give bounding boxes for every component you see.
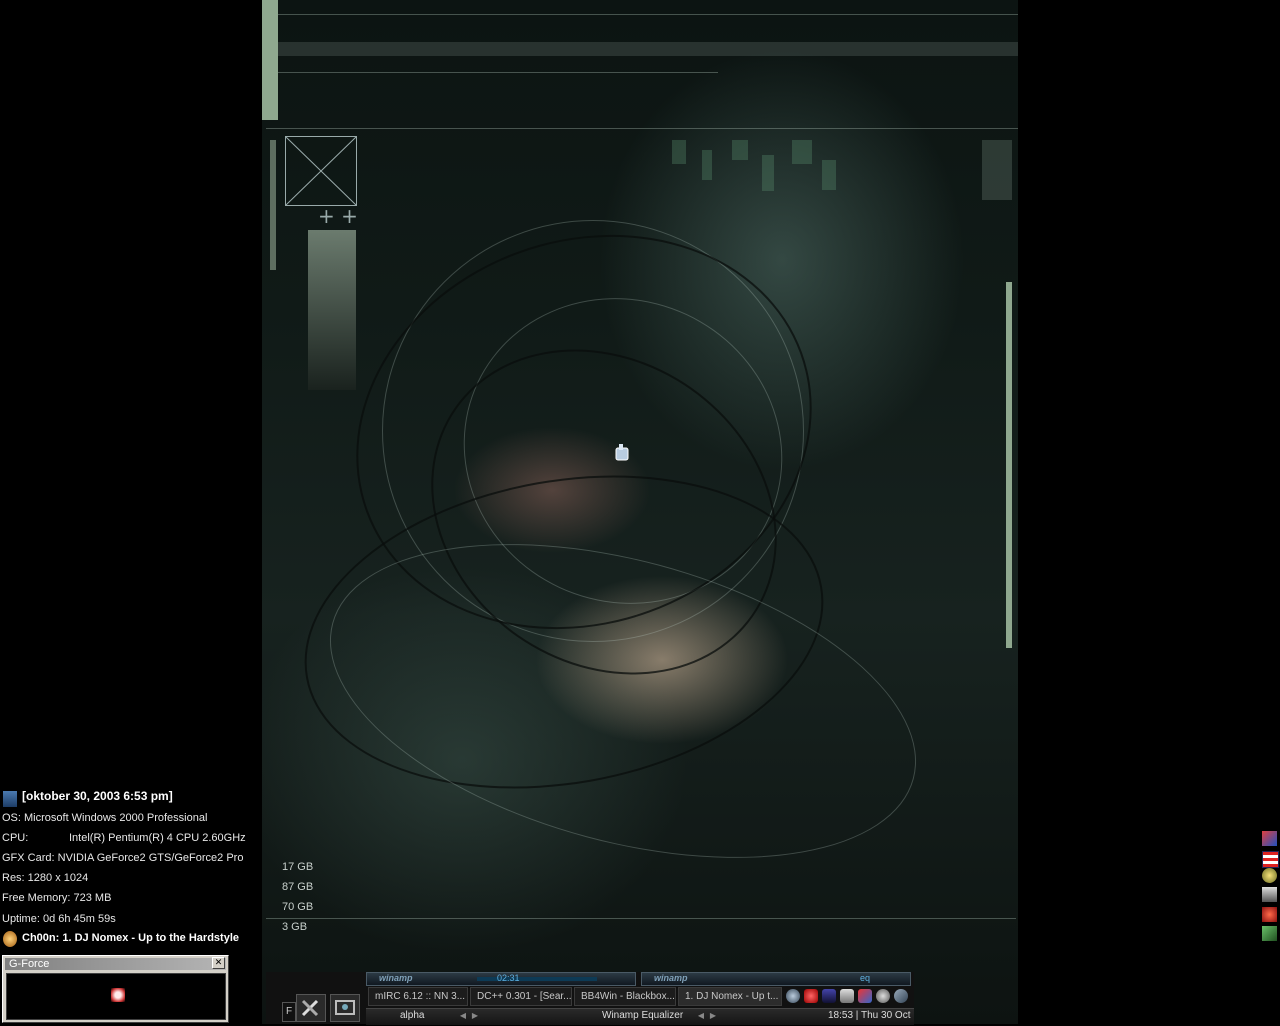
task-dcpp[interactable]: DC++ 0.301 - [Sear... xyxy=(470,987,572,1006)
window-icon[interactable] xyxy=(840,989,854,1003)
hud-level-bar xyxy=(308,230,356,390)
info-cpu-label: CPU: xyxy=(2,832,29,844)
wallpaper-line xyxy=(278,72,718,73)
tools-icon[interactable] xyxy=(296,994,326,1022)
firewall-tray-icon[interactable] xyxy=(1262,907,1277,922)
winamp-time: 02:31 xyxy=(497,973,520,983)
info-cpu-value: Intel(R) Pentium(R) 4 CPU 2.60GHz xyxy=(69,832,246,844)
windows-icon xyxy=(3,791,17,807)
hud-plus-icon: + + xyxy=(318,204,358,228)
task-bb4win[interactable]: BB4Win - Blackbox... xyxy=(574,987,676,1006)
taskbar: winamp 02:31 winamp eq F mIRC 6.12 :: NN… xyxy=(266,972,914,1025)
start-button[interactable]: F xyxy=(282,1002,296,1022)
window-prev-button[interactable]: ◀ xyxy=(696,1011,706,1021)
wallpaper-left-bar xyxy=(262,0,278,120)
info-memory: Free Memory: 723 MB xyxy=(2,892,112,904)
link-icon[interactable] xyxy=(894,989,908,1003)
info-resolution: Res: 1280 x 1024 xyxy=(2,872,89,884)
network-tray-icon[interactable] xyxy=(1262,887,1277,902)
winamp-lightning-icon xyxy=(3,931,17,947)
gforce-visual-icon xyxy=(111,988,125,1002)
wallpaper-line xyxy=(278,14,1018,15)
mirc-tray-icon[interactable] xyxy=(1262,831,1277,846)
gforce-visualization xyxy=(6,973,226,1020)
wallpaper-grid xyxy=(792,140,812,164)
search-icon[interactable] xyxy=(876,989,890,1003)
gforce-title: G-Force xyxy=(9,958,50,970)
wallpaper-grid xyxy=(762,155,774,191)
clock: 18:53 | Thu 30 Oct xyxy=(828,1010,911,1021)
disk-usage-c: 17 GB xyxy=(282,861,314,873)
gear-icon[interactable] xyxy=(804,989,818,1003)
winamp-eq-tag: eq xyxy=(859,973,870,983)
wallpaper-grid xyxy=(672,140,686,164)
monitor-icon[interactable] xyxy=(822,989,836,1003)
gforce-window[interactable]: G-Force ✕ xyxy=(2,955,229,1023)
winamp-main-window[interactable]: winamp 02:31 xyxy=(366,972,636,986)
info-date: [oktober 30, 2003 6:53 pm] xyxy=(22,789,173,803)
disk-usage-d: 87 GB xyxy=(282,881,314,893)
wallpaper-grid xyxy=(732,140,748,160)
task-winamp[interactable]: 1. DJ Nomex - Up t... xyxy=(678,987,782,1006)
disk-usage-e: 70 GB xyxy=(282,901,314,913)
flag-tray-icon[interactable] xyxy=(1262,851,1279,868)
info-os: OS: Microsoft Windows 2000 Professional xyxy=(2,812,208,824)
wallpaper-left-bar-dark xyxy=(270,140,276,270)
wallpaper-band xyxy=(278,42,1018,56)
info-gfx: GFX Card: NVIDIA GeForce2 GTS/GeForce2 P… xyxy=(2,852,244,864)
hud-crossbox xyxy=(285,136,357,206)
wallpaper-right-bar xyxy=(1006,282,1012,648)
wallpaper-grid xyxy=(982,140,1012,200)
disk-usage-f: 3 GB xyxy=(282,921,308,933)
focused-window-title: Winamp Equalizer xyxy=(602,1010,684,1021)
now-playing: Ch00n: 1. DJ Nomex - Up to the Hardstyle xyxy=(22,932,239,944)
info-uptime: Uptime: 0d 6h 45m 59s xyxy=(2,913,116,925)
close-icon[interactable]: ✕ xyxy=(212,957,225,969)
desktop-icon[interactable] xyxy=(330,994,360,1022)
gforce-titlebar[interactable]: G-Force xyxy=(5,958,226,970)
winamp-tray-icon[interactable] xyxy=(1262,868,1277,883)
wallpaper-line xyxy=(266,918,1016,919)
desktop-wallpaper: + + 17 GB 87 GB 70 GB 3 GB xyxy=(262,0,1018,1024)
blackbox-toolbar: alpha ◀ ▶ Winamp Equalizer ◀ ▶ 18:53 | T… xyxy=(366,1008,914,1025)
workspace-next-button[interactable]: ▶ xyxy=(470,1011,480,1021)
wallpaper-grid xyxy=(822,160,836,190)
workspace-name: alpha xyxy=(400,1010,425,1021)
dc-tray-icon[interactable] xyxy=(1262,926,1277,941)
workspace-prev-button[interactable]: ◀ xyxy=(458,1011,468,1021)
mouse-cursor-icon xyxy=(615,444,629,461)
app-icon[interactable] xyxy=(858,989,872,1003)
wallpaper-line xyxy=(266,128,1018,129)
winamp-equalizer-window[interactable]: winamp eq xyxy=(641,972,911,986)
winamp-seek-bar[interactable] xyxy=(477,977,597,981)
wallpaper-grid xyxy=(702,150,712,180)
window-next-button[interactable]: ▶ xyxy=(708,1011,718,1021)
task-mirc[interactable]: mIRC 6.12 :: NN 3... xyxy=(368,987,468,1006)
winamp-label: winamp xyxy=(379,973,413,983)
globe-icon[interactable] xyxy=(786,989,800,1003)
winamp-eq-label: winamp xyxy=(654,973,688,983)
